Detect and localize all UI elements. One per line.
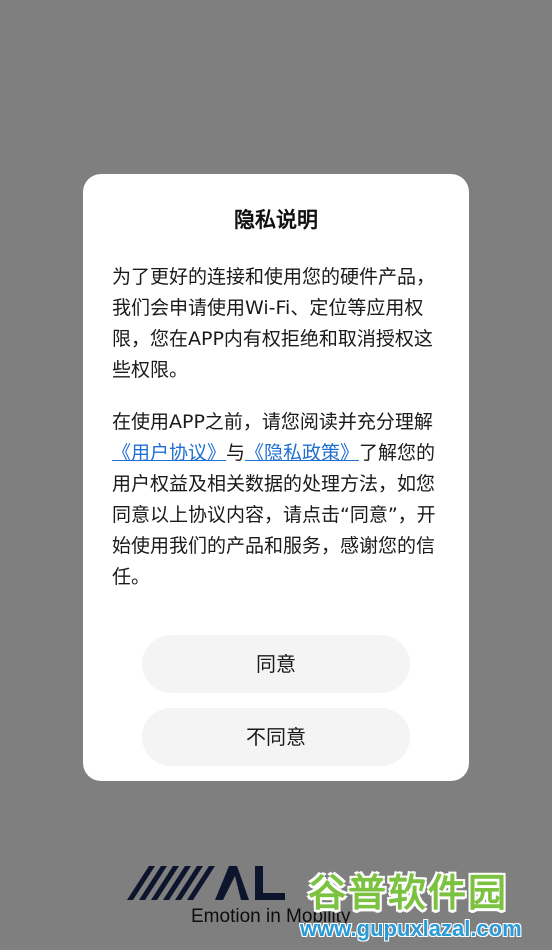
site-watermark: 谷普软件园 www.gupuxlazal.com [300, 862, 552, 950]
privacy-dialog: 隐私说明 为了更好的连接和使用您的硬件产品，我们会申请使用Wi-Fi、定位等应用… [83, 174, 469, 781]
watermark-url: www.gupuxlazal.com [300, 916, 522, 941]
privacy-policy-link[interactable]: 《隐私政策》 [245, 442, 359, 464]
agreement-text-part1: 在使用APP之前，请您阅读并充分理解 [112, 411, 433, 433]
disagree-button[interactable]: 不同意 [142, 708, 410, 766]
agreement-text-part2: 与 [226, 442, 246, 464]
permission-paragraph: 为了更好的连接和使用您的硬件产品，我们会申请使用Wi-Fi、定位等应用权限，您在… [112, 266, 436, 381]
agreement-paragraph: 在使用APP之前，请您阅读并充分理解《用户协议》与《隐私政策》了解您的用户权益及… [112, 407, 442, 593]
watermark-title: 谷普软件园 [308, 871, 509, 915]
user-agreement-link[interactable]: 《用户协议》 [112, 442, 226, 464]
agree-button[interactable]: 同意 [142, 635, 410, 693]
dialog-title: 隐私说明 [234, 208, 318, 232]
